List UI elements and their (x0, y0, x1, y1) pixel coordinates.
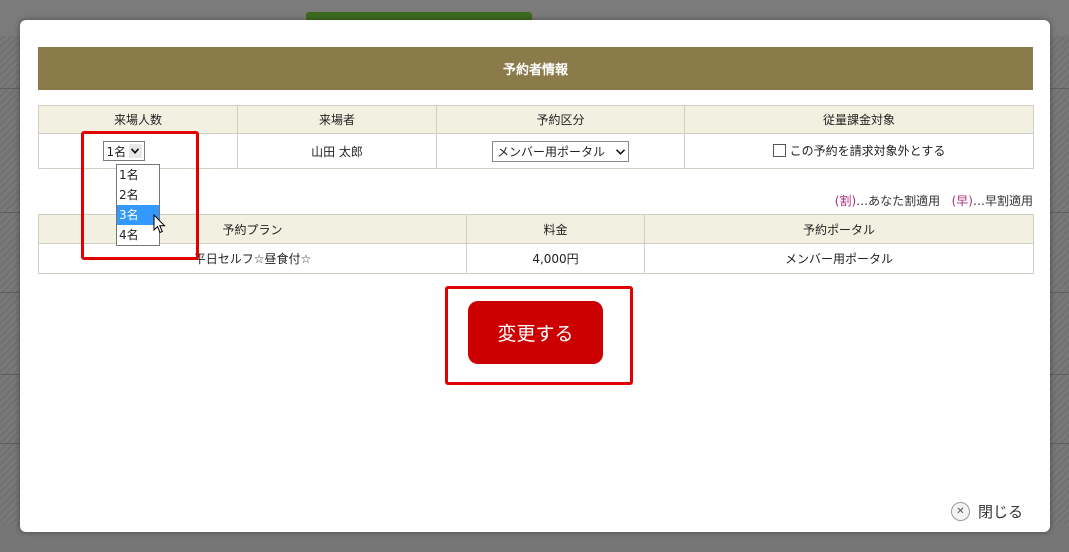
early-mark: (早) (951, 194, 973, 208)
price-cell: 4,000円 (466, 243, 645, 274)
chevron-down-icon (615, 144, 626, 158)
exclude-billing-checkbox[interactable] (772, 144, 786, 157)
close-button-label: 閉じる (978, 503, 1024, 521)
portal-cell: メンバー用ポータル (644, 243, 1034, 274)
modal-title: 予約者情報 (38, 47, 1033, 90)
exclude-billing-option[interactable]: この予約を請求対象外とする (772, 142, 946, 159)
close-button[interactable]: ✕ 閉じる (951, 501, 1023, 522)
early-text: …早割適用 (972, 194, 1033, 208)
reservation-modal: 予約者情報 来場人数 来場者 予約区分 従量課金対象 1名 山田 太郎 メンバー… (20, 20, 1050, 532)
column-header: 予約区分 (436, 105, 685, 134)
column-header: 従量課金対象 (684, 105, 1034, 134)
column-header: 来場者 (237, 105, 437, 134)
discount-legend: (割)…あなた割適用 (早)…早割適用 (835, 192, 1033, 209)
reservation-type-cell: メンバー用ポータル (436, 133, 685, 169)
exclude-billing-label: この予約を請求対象外とする (789, 144, 946, 158)
change-button[interactable]: 変更する (468, 301, 603, 364)
close-icon: ✕ (951, 502, 970, 521)
discount-mark: (割) (834, 194, 857, 208)
column-header: 来場人数 (38, 105, 238, 134)
column-header: 予約ポータル (644, 214, 1034, 244)
visitor-name-cell: 山田 太郎 (237, 133, 437, 169)
highlight-box-visitor-count (81, 131, 199, 260)
billing-cell: この予約を請求対象外とする (684, 133, 1034, 169)
discount-text: …あなた割適用 (856, 194, 941, 208)
reservation-type-value: メンバー用ポータル (497, 144, 606, 159)
column-header: 料金 (466, 214, 645, 244)
reservation-type-select[interactable]: メンバー用ポータル (492, 140, 629, 162)
